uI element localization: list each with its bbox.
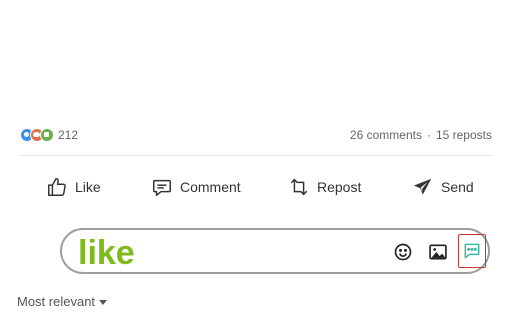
comments-count-link[interactable]: 26 comments [350, 128, 422, 142]
comment-button[interactable]: Comment [151, 170, 241, 204]
caret-down-icon [99, 299, 108, 305]
thumbs-up-icon [46, 176, 68, 198]
reaction-count: 212 [58, 128, 79, 142]
post-action-bar: Like Comment Repost Send [0, 170, 512, 204]
comment-input-text: like [78, 234, 135, 272]
separator-dot: · [426, 128, 431, 142]
emoji-icon[interactable] [392, 241, 414, 263]
send-button[interactable]: Send [412, 170, 474, 204]
repost-label: Repost [317, 179, 362, 195]
image-icon[interactable] [427, 241, 449, 263]
celebrate-reaction-icon [40, 128, 54, 142]
engagement-counts: 26 comments · 15 reposts [350, 124, 492, 146]
divider [20, 155, 492, 156]
like-label: Like [75, 179, 101, 195]
comment-label: Comment [180, 179, 241, 195]
post-stats: 212 26 comments · 15 reposts [20, 124, 492, 146]
like-button[interactable]: Like [46, 170, 101, 204]
reactions-summary[interactable]: 212 [20, 124, 78, 146]
paper-plane-icon [412, 176, 434, 198]
repost-button[interactable]: Repost [288, 170, 361, 204]
repost-arrows-icon [288, 176, 310, 198]
speech-bubble-icon [151, 176, 173, 198]
send-label: Send [441, 179, 474, 195]
sort-label: Most relevant [17, 294, 96, 309]
comment-input[interactable]: like [60, 228, 490, 274]
message-dots-icon[interactable] [458, 234, 486, 268]
reaction-icons [20, 127, 56, 143]
reposts-count-link[interactable]: 15 reposts [436, 128, 492, 142]
sort-dropdown[interactable]: Most relevant [17, 294, 108, 309]
